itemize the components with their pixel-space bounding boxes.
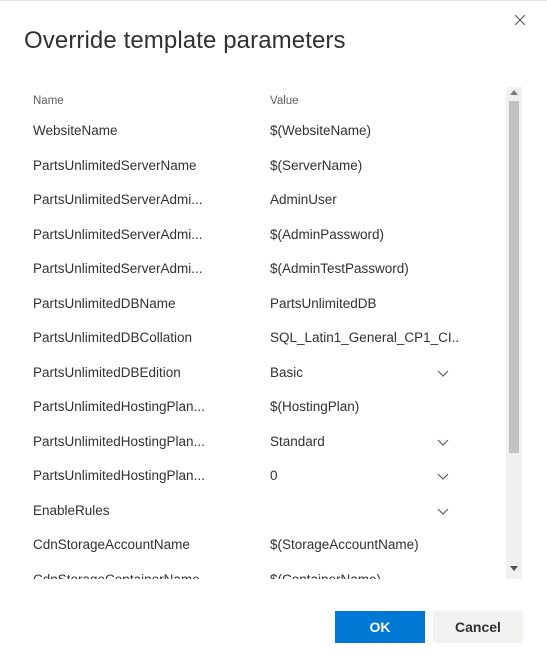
parameters-grid: Name Value WebsiteName $(WebsiteName) Part… [24, 87, 522, 579]
parameter-name: PartsUnlimitedHostingPlan... [33, 399, 205, 414]
table-row[interactable]: CdnStorageAccountName $(StorageAccountNam… [24, 529, 504, 564]
dialog-title: Override template parameters [24, 27, 346, 54]
scrollbar-thumb[interactable] [509, 101, 519, 453]
parameter-name: PartsUnlimitedServerAdmi... [33, 192, 203, 207]
parameter-value-input[interactable]: PartsUnlimitedDB [270, 296, 460, 311]
parameter-value-select[interactable]: Basic [270, 365, 460, 380]
grid-header: Name Value [24, 87, 522, 117]
parameter-name: PartsUnlimitedServerName [33, 157, 197, 173]
parameter-value-select[interactable]: 0 [270, 468, 460, 483]
parameter-value-input[interactable]: $(ContainerName) [270, 572, 460, 580]
table-row[interactable]: PartsUnlimitedServerAdmi... $(AdminPasswo… [24, 219, 504, 254]
chevron-down-icon[interactable] [436, 504, 450, 518]
parameter-value-input[interactable]: SQL_Latin1_General_CP1_CI... [270, 330, 460, 345]
table-row[interactable]: PartsUnlimitedServerName $(ServerName) [24, 150, 504, 185]
table-row[interactable]: WebsiteName $(WebsiteName) [24, 115, 504, 150]
parameter-name: PartsUnlimitedHostingPlan... [33, 433, 205, 449]
close-icon [514, 14, 526, 26]
parameter-name: EnableRules [33, 502, 110, 518]
parameter-value-input[interactable]: $(AdminPassword) [270, 227, 460, 242]
close-button[interactable] [509, 9, 531, 31]
parameter-value-select[interactable]: Standard [270, 434, 460, 449]
scroll-down-arrow-icon[interactable] [510, 566, 518, 571]
chevron-down-icon[interactable] [436, 366, 450, 380]
table-row[interactable]: PartsUnlimitedServerAdmi... $(AdminTestPa… [24, 253, 504, 288]
parameter-name: PartsUnlimitedDBEdition [33, 364, 181, 380]
parameter-name: WebsiteName [33, 123, 118, 138]
table-row[interactable]: CdnStorageContainerName $(ContainerName) [24, 564, 504, 580]
table-row[interactable]: PartsUnlimitedHostingPlan... $(HostingPla… [24, 391, 504, 426]
override-parameters-dialog: Override template parameters Name Value … [0, 0, 547, 664]
table-row[interactable]: PartsUnlimitedHostingPlan... Standard [24, 426, 504, 461]
table-row[interactable]: EnableRules [24, 495, 504, 530]
parameter-name: CdnStorageContainerName [33, 571, 200, 580]
cancel-button[interactable]: Cancel [433, 611, 523, 643]
table-row[interactable]: PartsUnlimitedDBEdition Basic [24, 357, 504, 392]
parameter-name: PartsUnlimitedServerAdmi... [33, 226, 203, 242]
grid-rows: WebsiteName $(WebsiteName) PartsUnlimitedS… [24, 115, 504, 579]
parameter-value-input[interactable]: $(ServerName) [270, 158, 460, 173]
grid-scrollbar[interactable] [506, 87, 522, 579]
parameter-name: PartsUnlimitedDBCollation [33, 330, 193, 345]
parameter-value-input[interactable]: $(HostingPlan) [270, 399, 460, 414]
parameter-value-input[interactable]: $(AdminTestPassword) [270, 261, 460, 276]
ok-button[interactable]: OK [335, 611, 425, 643]
table-row[interactable]: PartsUnlimitedDBName PartsUnlimitedDB [24, 288, 504, 323]
parameter-name: CdnStorageAccountName [33, 537, 190, 552]
chevron-down-icon[interactable] [436, 435, 450, 449]
column-header-value: Value [270, 95, 299, 107]
parameter-name: PartsUnlimitedDBName [33, 295, 176, 311]
table-row[interactable]: PartsUnlimitedHostingPlan... 0 [24, 460, 504, 495]
parameter-value-input[interactable]: $(StorageAccountName) [270, 537, 460, 552]
parameter-name: PartsUnlimitedServerAdmi... [33, 261, 203, 276]
parameter-value-input[interactable]: AdminUser [270, 192, 460, 207]
table-row[interactable]: PartsUnlimitedDBCollation SQL_Latin1_Gene… [24, 322, 504, 357]
parameter-name: PartsUnlimitedHostingPlan... [33, 468, 205, 483]
parameter-value-input[interactable]: $(WebsiteName) [270, 123, 460, 138]
column-header-name: Name [33, 95, 64, 107]
table-row[interactable]: PartsUnlimitedServerAdmi... AdminUser [24, 184, 504, 219]
chevron-down-icon[interactable] [436, 469, 450, 483]
scroll-up-arrow-icon[interactable] [510, 90, 518, 95]
